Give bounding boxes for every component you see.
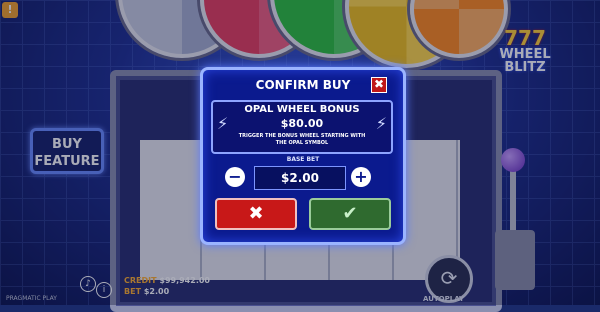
bet-stepper: − $2.00 + — [225, 166, 375, 190]
bonus-price: $80.00 — [280, 117, 324, 130]
close-button[interactable]: ✖ — [371, 77, 387, 93]
confirm-button[interactable]: ✔ — [309, 198, 391, 230]
bonus-panel: ⚡ ⚡ OPAL WHEEL BONUS $80.00 TRIGGER THE … — [211, 100, 393, 154]
cancel-button[interactable]: ✖ — [215, 198, 297, 230]
confirm-buy-dialog: CONFIRM BUY ✖ ⚡ ⚡ OPAL WHEEL BONUS $80.0… — [200, 67, 406, 245]
bet-value: $2.00 — [254, 166, 346, 190]
base-bet-label: BASE BET — [286, 156, 320, 163]
bonus-description: TRIGGER THE BONUS WHEEL STARTING WITH TH… — [238, 133, 366, 146]
increase-bet-button[interactable]: + — [351, 167, 371, 187]
decrease-bet-button[interactable]: − — [225, 167, 245, 187]
bonus-title: OPAL WHEEL BONUS — [244, 104, 360, 115]
